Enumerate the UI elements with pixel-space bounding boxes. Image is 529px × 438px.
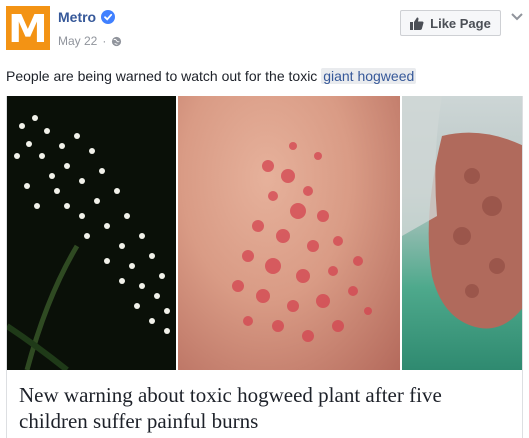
thumbs-up-icon [410,16,424,30]
post-date[interactable]: May 22 [58,34,97,48]
link-preview-caption[interactable]: New warning about toxic hogweed plant af… [6,370,523,438]
post-message: People are being warned to watch out for… [6,68,417,84]
like-page-label: Like Page [430,15,491,31]
like-page-button[interactable]: Like Page [400,10,501,36]
chevron-down-icon[interactable] [511,12,523,22]
globe-icon [112,36,122,46]
link-preview-title[interactable]: New warning about toxic hogweed plant af… [19,382,509,434]
post-meta: May 22 · [58,34,122,48]
verified-badge-icon [101,10,116,24]
page-name-link[interactable]: Metro [58,9,96,25]
rash-on-skin-photo [178,96,400,370]
giant-hogweed-link[interactable]: giant hogweed [321,68,417,84]
post-message-text: People are being warned to watch out for… [6,68,322,84]
page-name-row: Metro [58,9,116,25]
separator-dot: · [102,34,107,48]
burned-hand-photo [402,96,522,370]
link-preview-image[interactable] [6,96,523,370]
logo-letter: M [8,7,48,51]
hogweed-flowers-photo [7,96,176,370]
metro-logo[interactable]: M [6,6,50,50]
